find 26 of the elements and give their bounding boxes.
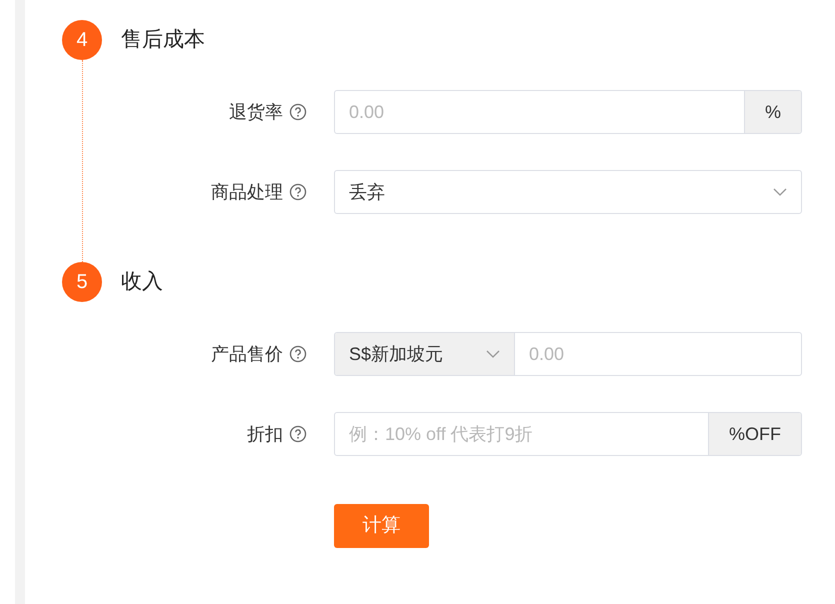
field-label: 商品处理	[211, 180, 283, 204]
input-field[interactable]: 例：10% off 代表打9折	[335, 413, 708, 455]
currency-value: S$新加坡元	[349, 342, 444, 366]
field-label: 退货率	[229, 100, 283, 124]
input-group[interactable]: 0.00 %	[334, 90, 802, 134]
chevron-down-icon	[773, 188, 787, 196]
select-field[interactable]: 丢弃	[334, 170, 802, 214]
section-title: 收入	[121, 269, 164, 296]
help-icon	[289, 183, 307, 201]
chevron-down-icon	[486, 350, 500, 358]
help-icon	[289, 345, 307, 363]
help-icon	[289, 103, 307, 121]
unit-suffix: %OFF	[708, 413, 801, 455]
input-field[interactable]: 0.00	[515, 333, 801, 375]
input-field[interactable]: 0.00	[335, 91, 744, 133]
select-value: 丢弃	[349, 180, 385, 204]
help-icon	[289, 425, 307, 443]
step-number: 5	[62, 262, 102, 302]
field-label: 折扣	[247, 422, 283, 446]
input-group[interactable]: S$新加坡元 0.00	[334, 332, 802, 376]
input-group[interactable]: 例：10% off 代表打9折 %OFF	[334, 412, 802, 456]
currency-select[interactable]: S$新加坡元	[335, 333, 515, 375]
section-title: 售后成本	[121, 27, 206, 54]
field-label: 产品售价	[211, 342, 283, 366]
step-number: 4	[62, 20, 102, 60]
unit-suffix: %	[744, 91, 801, 133]
